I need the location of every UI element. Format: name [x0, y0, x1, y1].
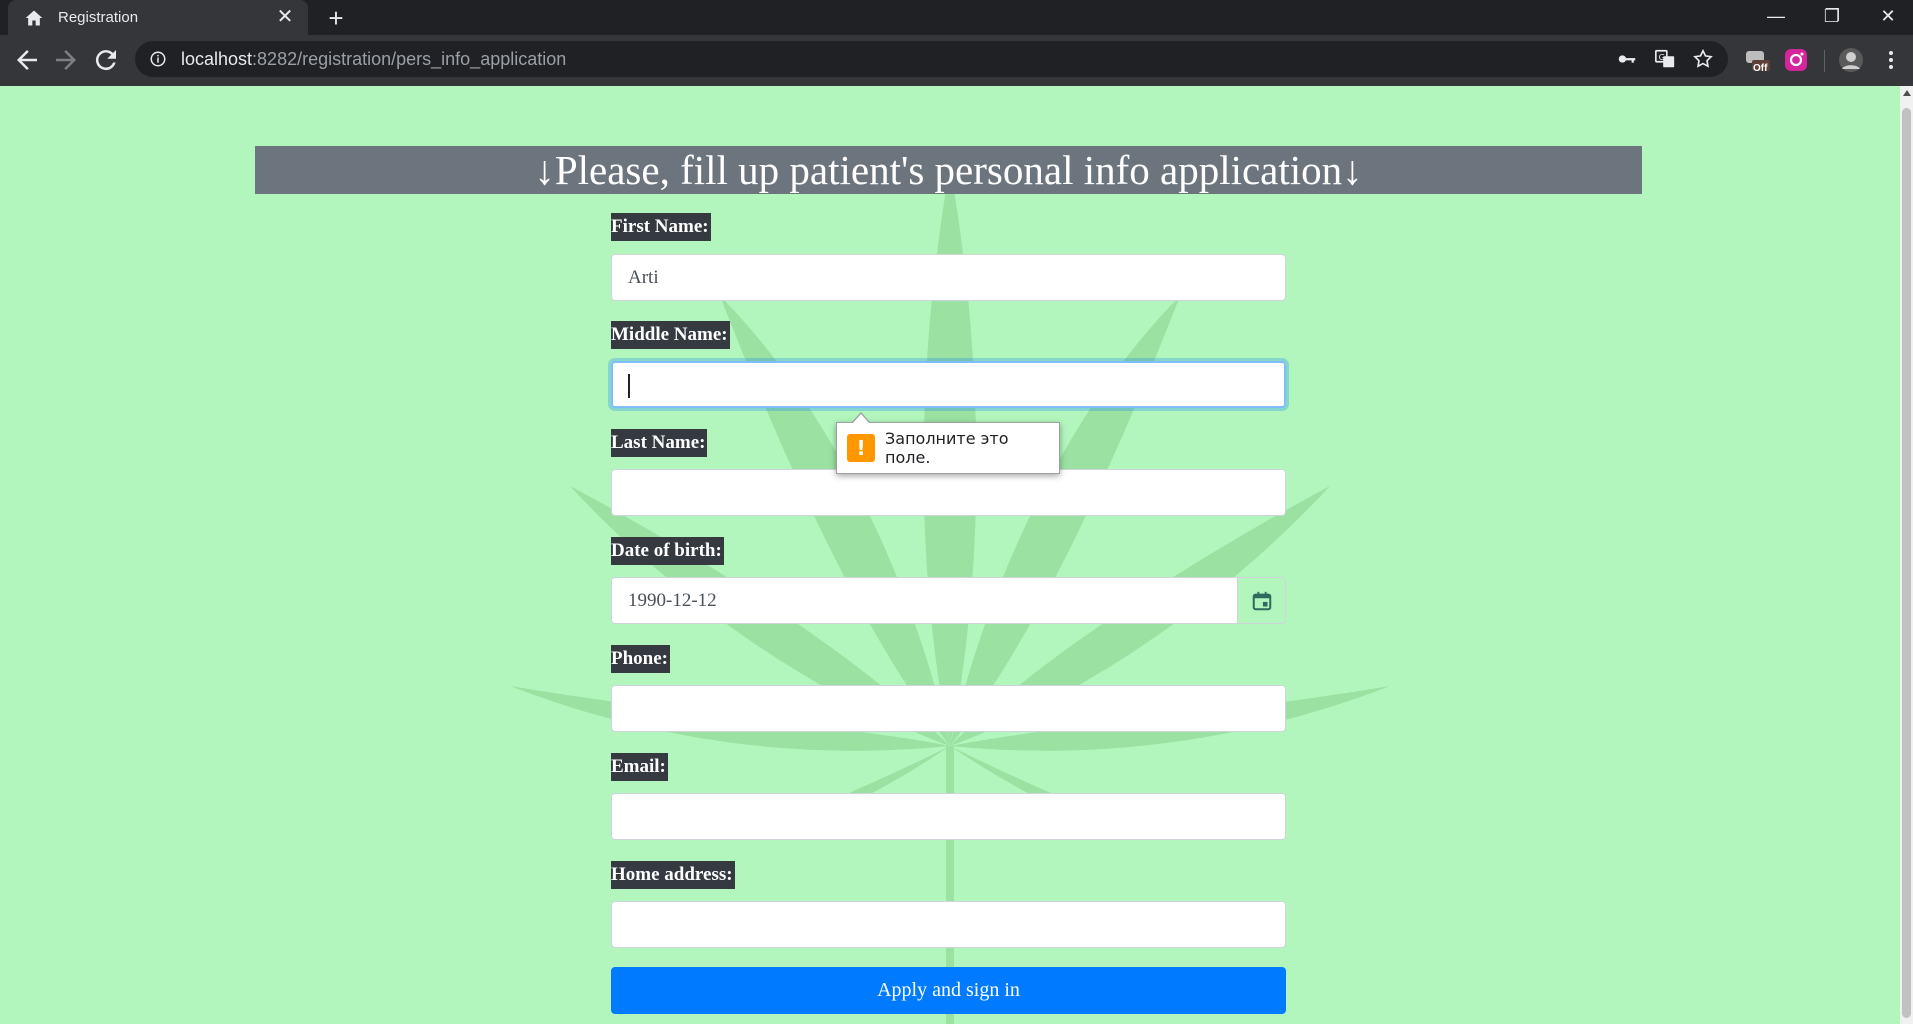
first-name-label: First Name: — [611, 213, 711, 241]
toolbar-separator — [1824, 50, 1825, 72]
forward-arrow-icon[interactable] — [51, 45, 81, 75]
minimize-button[interactable]: — — [1753, 0, 1799, 35]
middle-name-label: Middle Name: — [611, 321, 730, 349]
validation-tooltip: ! Заполните это поле. — [836, 412, 1060, 474]
site-info-icon[interactable] — [149, 50, 167, 68]
date-of-birth-input[interactable]: 1990-12-12 — [611, 577, 1238, 624]
last-name-label: Last Name: — [611, 429, 708, 457]
warning-icon: ! — [847, 434, 875, 462]
calendar-button[interactable] — [1237, 577, 1286, 624]
email-input[interactable] — [611, 793, 1286, 840]
page-scrollbar[interactable] — [1900, 86, 1913, 1024]
browser-titlebar: Registration ✕ + — ❐ ✕ — [0, 0, 1913, 35]
last-name-input[interactable] — [611, 469, 1286, 516]
first-name-input[interactable]: Arti — [611, 254, 1286, 301]
instagram-icon[interactable] — [1783, 47, 1809, 73]
page-title: ↓Please, fill up patient's personal info… — [255, 146, 1642, 194]
url-path: :8282/registration/pers_info_application — [252, 48, 567, 69]
browser-tab[interactable]: Registration ✕ — [8, 0, 308, 35]
tooltip-arrow-fill — [852, 414, 870, 424]
home-icon — [25, 10, 43, 25]
middle-name-input[interactable] — [611, 361, 1286, 408]
new-tab-button[interactable]: + — [322, 4, 350, 32]
reload-icon[interactable] — [91, 45, 121, 75]
bookmark-star-icon[interactable] — [1692, 48, 1714, 70]
date-of-birth-label: Date of birth: — [611, 537, 724, 565]
phone-label: Phone: — [611, 645, 670, 673]
calendar-icon — [1252, 591, 1271, 610]
tab-title: Registration — [58, 9, 139, 26]
home-address-label: Home address: — [611, 861, 735, 889]
extension-off-badge: Off — [1753, 63, 1768, 74]
restore-button[interactable]: ❐ — [1809, 0, 1855, 35]
back-arrow-icon[interactable] — [12, 45, 42, 75]
apply-sign-in-button[interactable]: Apply and sign in — [611, 967, 1286, 1014]
page-content: ↓Please, fill up patient's personal info… — [0, 86, 1900, 1024]
scroll-up-arrow-icon[interactable] — [1903, 90, 1911, 96]
close-window-button[interactable]: ✕ — [1865, 0, 1911, 35]
address-bar[interactable]: localhost:8282/registration/pers_info_ap… — [135, 41, 1728, 77]
text-caret — [628, 373, 630, 398]
tab-close-icon[interactable]: ✕ — [274, 6, 296, 28]
scrollbar-thumb[interactable] — [1902, 108, 1911, 1018]
home-address-input[interactable] — [611, 901, 1286, 948]
svg-text:G: G — [1659, 52, 1665, 62]
profile-avatar[interactable] — [1838, 47, 1864, 73]
key-icon[interactable] — [1616, 48, 1638, 70]
validation-message: Заполните это поле. — [885, 429, 1009, 467]
browser-toolbar: localhost:8282/registration/pers_info_ap… — [0, 35, 1913, 86]
phone-input[interactable] — [611, 685, 1286, 732]
translate-icon[interactable]: G — [1654, 48, 1676, 70]
menu-kebab-icon[interactable] — [1878, 47, 1904, 73]
email-label: Email: — [611, 753, 668, 781]
url-host: localhost — [181, 48, 253, 69]
